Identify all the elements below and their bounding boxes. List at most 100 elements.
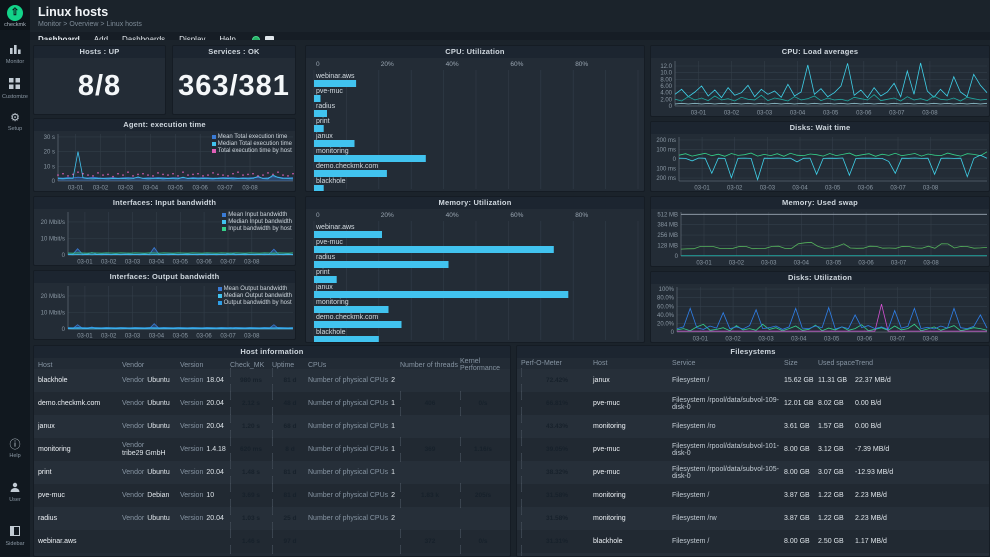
host-link[interactable]: pve-muc <box>593 469 672 476</box>
sidebar-item-setup[interactable]: ⚙ Setup <box>8 113 22 132</box>
column-header: Number of threads <box>400 362 460 369</box>
svg-text:pve-muc: pve-muc <box>316 88 343 95</box>
meter-value: 1.83 k <box>400 491 460 500</box>
svg-text:03-04: 03-04 <box>149 334 165 340</box>
host-link[interactable]: janux <box>38 423 122 430</box>
perfometer-cell[interactable]: 38.32% <box>521 461 593 484</box>
svg-text:03-07: 03-07 <box>891 261 907 267</box>
sidebar-item-sidebar-toggle[interactable]: Sidebar <box>6 526 25 547</box>
host-link[interactable]: janux <box>593 377 672 384</box>
perfometer-cell[interactable]: 43.43% <box>521 415 593 438</box>
host-link[interactable]: monitoring <box>38 446 122 453</box>
panel-title: Interfaces: Output bandwidth <box>34 271 295 283</box>
service-link[interactable]: Filesystem / <box>672 538 784 545</box>
vendor-cell: VendorUbuntu <box>122 377 180 385</box>
perfometer-cell[interactable]: 31.58% <box>521 484 593 507</box>
service-link[interactable]: Filesystem /ro <box>672 423 784 430</box>
host-link[interactable]: monitoring <box>593 515 672 522</box>
service-link[interactable]: Filesystem / <box>672 492 784 499</box>
host-link[interactable]: pve-muc <box>38 492 122 499</box>
host-link[interactable]: blackhole <box>593 538 672 545</box>
checkmk-cell: 1.48 s <box>230 461 272 484</box>
panel-services-ok: Services : OK 363/381 <box>172 45 296 115</box>
meter-badge: 1.48 s <box>230 460 272 485</box>
service-link[interactable]: Filesystem /rpool/data/subvol-101-disk-0 <box>672 443 784 457</box>
perfometer-cell[interactable]: 31.58% <box>521 507 593 530</box>
svg-text:03-03: 03-03 <box>118 186 134 192</box>
user-icon <box>10 482 20 495</box>
column-header: CPUs <box>308 362 400 369</box>
service-link[interactable]: Filesystem /rpool/data/subvol-109-disk-0 <box>672 397 784 411</box>
svg-text:03-05: 03-05 <box>826 261 842 267</box>
svg-text:128 MB: 128 MB <box>657 244 678 250</box>
svg-text:100 ms: 100 ms <box>656 147 676 153</box>
sidebar-item-user[interactable]: User <box>9 482 21 503</box>
host-link[interactable]: pve-muc <box>593 446 672 453</box>
legend-swatch <box>218 301 222 305</box>
sidebar-item-label: Help <box>9 453 20 459</box>
meter-badge: 48 d <box>272 391 308 416</box>
service-link[interactable]: Filesystem / <box>672 377 784 384</box>
legend-entry: Input bandwidth by host <box>222 225 292 232</box>
host-link[interactable]: print <box>38 469 122 476</box>
legend-swatch <box>212 149 216 153</box>
svg-text:100%: 100% <box>659 287 675 293</box>
host-link[interactable]: monitoring <box>593 423 672 430</box>
column-header: Vendor <box>122 362 180 369</box>
trend-cell: 1.17 MB/d <box>855 538 985 545</box>
chart-disks-utilization: 020.0%40.0%60.0%80.0%100%03-0103-0203-03… <box>651 284 989 342</box>
perfometer-cell[interactable]: 39.05% <box>521 438 593 461</box>
sidebar-item-help[interactable]: ⓘ Help <box>9 440 20 459</box>
size-cell: 8.00 GB <box>784 538 818 545</box>
host-link[interactable]: radius <box>38 515 122 522</box>
info-icon: ⓘ <box>10 440 21 451</box>
services-ok-value[interactable]: 363/381 <box>173 58 295 114</box>
table-row: 72.42%januxFilesystem /15.62 GB11.31 GB2… <box>517 369 989 392</box>
host-link[interactable]: demo.checkmk.com <box>38 400 122 407</box>
svg-text:80%: 80% <box>575 61 588 68</box>
meter-badge: 25 d <box>272 506 308 531</box>
host-link[interactable]: monitoring <box>593 492 672 499</box>
svg-text:0: 0 <box>316 212 320 219</box>
meter-badge: 68 d <box>272 414 308 439</box>
meter-value: 369 <box>400 445 460 454</box>
trend-cell: 2.23 MB/d <box>855 492 985 499</box>
column-header: Size <box>784 360 818 367</box>
sidebar-item-monitor[interactable]: Monitor <box>6 43 24 65</box>
vendor-cell: VendorUbuntu <box>122 400 180 408</box>
host-link[interactable]: pve-muc <box>593 400 672 407</box>
host-link[interactable]: webinar.aws <box>38 538 122 545</box>
chart-agent-execution-time: 010 s20 s30 s03-0103-0203-0303-0403-0503… <box>34 131 295 191</box>
chart-legend: Mean Input bandwidthMedian Input bandwid… <box>222 211 292 232</box>
perfometer-cell[interactable]: 31.31% <box>521 530 593 553</box>
perfometer-cell[interactable]: 31.31% <box>521 553 593 557</box>
perfometer-cell[interactable]: 72.42% <box>521 369 593 392</box>
svg-text:20%: 20% <box>381 212 394 219</box>
service-link[interactable]: Filesystem /rw <box>672 515 784 522</box>
perfometer-cell[interactable]: 66.81% <box>521 392 593 415</box>
version-cell: Version20.04 <box>180 400 230 408</box>
used-cell: 1.22 GB <box>818 492 855 499</box>
svg-text:2.00: 2.00 <box>660 97 672 103</box>
checkmk-logo[interactable]: ⇧ checkmk <box>0 0 30 30</box>
svg-text:03-04: 03-04 <box>149 260 165 266</box>
meter-value: 406 <box>400 399 460 408</box>
host-link[interactable]: blackhole <box>38 377 122 384</box>
sidebar-item-label: Monitor <box>6 59 24 65</box>
column-header: Uptime <box>272 362 308 369</box>
svg-text:60%: 60% <box>510 212 523 219</box>
legend-entry: Mean Input bandwidth <box>222 211 292 218</box>
version-cell: Version20.04 <box>180 515 230 523</box>
size-cell: 3.87 GB <box>784 515 818 522</box>
sidebar-item-customize[interactable]: Customize <box>2 78 28 100</box>
svg-text:radius: radius <box>316 103 336 110</box>
svg-text:03-07: 03-07 <box>889 111 905 117</box>
service-link[interactable]: Filesystem /rpool/data/subvol-105-disk-0 <box>672 466 784 480</box>
sidebar-item-label: Setup <box>8 126 22 132</box>
hosts-up-value[interactable]: 8/8 <box>34 58 165 114</box>
panel-output-bandwidth: Interfaces: Output bandwidth 010 Mbit/s2… <box>33 270 296 340</box>
table-row: 66.81%pve-mucFilesystem /rpool/data/subv… <box>517 392 989 415</box>
svg-text:03-02: 03-02 <box>725 337 741 343</box>
table-row: januxVendorUbuntuVersion20.041.20 s68 dN… <box>34 415 510 438</box>
used-cell: 11.31 GB <box>818 377 855 384</box>
